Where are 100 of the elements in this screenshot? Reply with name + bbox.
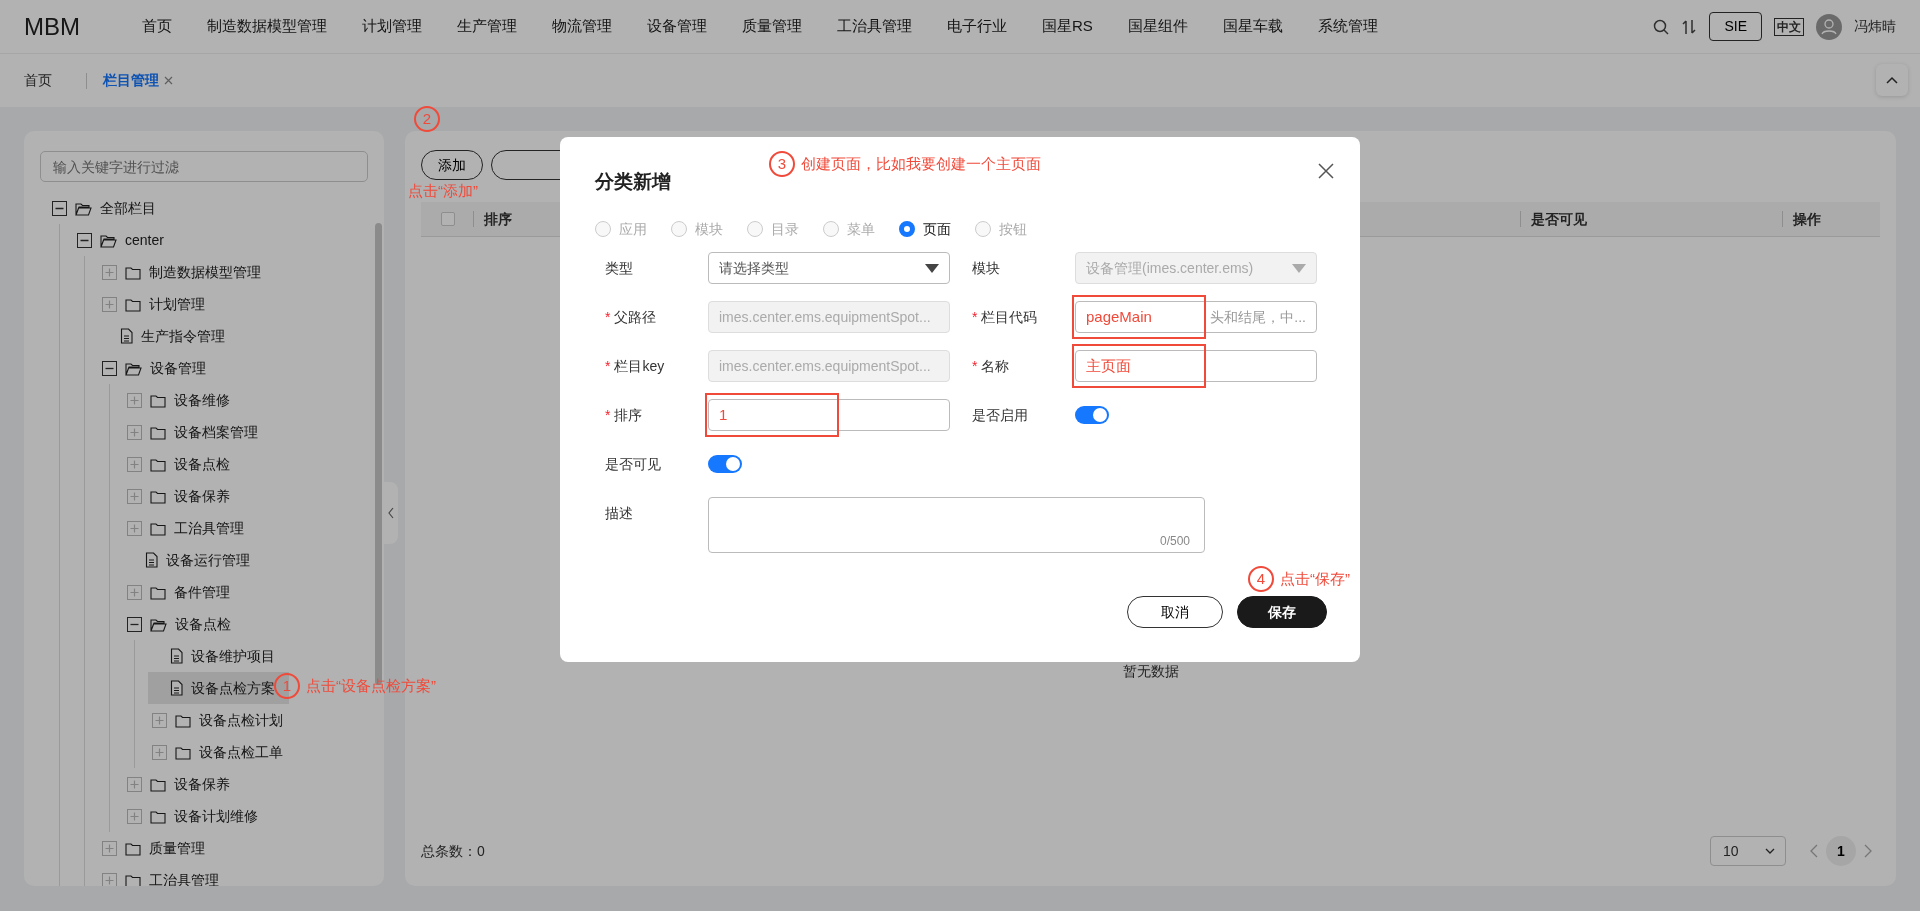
save-button[interactable]: 保存 xyxy=(1237,596,1327,628)
tree-item[interactable]: 生产指令管理 xyxy=(98,320,239,352)
hint-text: 头和结尾，中... xyxy=(1210,307,1306,327)
field-label: 模块 xyxy=(971,259,1001,278)
page-button[interactable]: 1 xyxy=(1826,836,1856,866)
annotation-text: 创建页面，比如我要创建一个主页面 xyxy=(801,153,1041,174)
collapse-panel-handle[interactable] xyxy=(384,482,398,544)
collapse-icon[interactable] xyxy=(127,616,142,632)
expand-icon[interactable] xyxy=(127,808,142,824)
column-header: 是否可见 xyxy=(1520,211,1782,227)
tree-item[interactable]: center xyxy=(73,224,178,256)
folder-icon xyxy=(150,488,166,504)
tree-item[interactable]: 设备点检 xyxy=(123,448,244,480)
nav-link[interactable]: 系统管理 xyxy=(1317,15,1378,38)
file-icon xyxy=(120,328,133,344)
org-button[interactable]: SIE xyxy=(1709,12,1762,41)
toggle-switch[interactable] xyxy=(1075,406,1109,424)
cancel-button[interactable]: 取消 xyxy=(1127,596,1223,628)
folder-icon xyxy=(150,776,166,792)
tree-item[interactable]: 制造数据模型管理 xyxy=(98,256,275,288)
close-icon[interactable] xyxy=(163,75,174,86)
nav-link[interactable]: 物流管理 xyxy=(552,15,612,38)
tree-item[interactable]: 计划管理 xyxy=(98,288,219,320)
tree-item[interactable]: 设备点检 xyxy=(123,608,245,640)
tree-item[interactable]: 工治具管理 xyxy=(98,864,233,886)
expand-icon[interactable] xyxy=(102,296,117,312)
dialog-title: 分类新增 xyxy=(595,171,672,194)
filter-field[interactable]: 输入关键字进行过滤 xyxy=(40,151,368,182)
tree-item[interactable]: 设备点检计划 xyxy=(148,704,297,736)
nav-link[interactable]: 生产管理 xyxy=(457,15,517,38)
tree-item[interactable]: 设备计划维修 xyxy=(123,800,272,832)
tree-item[interactable]: 设备运行管理 xyxy=(123,544,264,576)
nav-link[interactable]: 国星车载 xyxy=(1222,15,1283,38)
sort-icon[interactable] xyxy=(1681,18,1698,35)
add-button[interactable]: 添加 xyxy=(421,150,483,180)
page-size-select[interactable]: 10 xyxy=(1710,836,1786,866)
expand-icon[interactable] xyxy=(127,584,142,600)
nav-link[interactable]: 质量管理 xyxy=(742,15,802,38)
field-label: * 栏目key xyxy=(604,357,666,376)
tree-item[interactable]: 设备保养 xyxy=(123,480,244,512)
input-field[interactable]: pageMain 头和结尾，中... xyxy=(1075,301,1317,333)
search-icon[interactable] xyxy=(1653,18,1670,35)
nav-link[interactable]: 工治具管理 xyxy=(837,15,912,38)
expand-icon[interactable] xyxy=(127,392,142,408)
annotation-text: 点击“设备点检方案” xyxy=(306,675,436,696)
collapse-header-button[interactable] xyxy=(1876,64,1908,96)
nav-link[interactable]: 电子行业 xyxy=(947,15,1007,38)
input-field[interactable]: 主页面 xyxy=(1075,350,1317,382)
expand-icon[interactable] xyxy=(127,776,142,792)
collapse-icon[interactable] xyxy=(52,200,67,216)
tree-item[interactable]: 质量管理 xyxy=(98,832,219,864)
chevron-up-icon xyxy=(1885,75,1899,85)
user-name[interactable]: 冯炜晴 xyxy=(1854,16,1896,37)
tree-item[interactable]: 设备管理 xyxy=(98,352,220,384)
tree-item[interactable]: 设备维护项目 xyxy=(148,640,289,672)
nav-link[interactable]: 国星RS xyxy=(1042,15,1093,38)
tree-item[interactable]: 全部栏目 xyxy=(48,192,170,224)
tree-item[interactable]: 设备档案管理 xyxy=(123,416,272,448)
expand-icon[interactable] xyxy=(102,872,117,886)
input-field[interactable]: 1 xyxy=(708,399,950,431)
required-mark: * xyxy=(605,309,611,325)
dropdown-arrow-icon xyxy=(925,263,939,273)
annotation-text: 点击“添加” xyxy=(408,181,478,201)
nav-link[interactable]: 制造数据模型管理 xyxy=(207,15,327,38)
folder-icon xyxy=(125,296,141,312)
nav-link[interactable]: 国星组件 xyxy=(1127,15,1188,38)
field-label: * 父路径 xyxy=(604,308,658,327)
description-field[interactable]: 0/500 xyxy=(708,497,1205,553)
tree-item[interactable]: 设备维修 xyxy=(123,384,244,416)
tree-item[interactable]: 设备保养 xyxy=(123,768,244,800)
expand-icon[interactable] xyxy=(102,264,117,280)
collapse-icon[interactable] xyxy=(77,232,92,248)
expand-icon[interactable] xyxy=(127,424,142,440)
chevron-left-icon xyxy=(387,507,395,519)
select-all-checkbox[interactable] xyxy=(441,212,455,226)
open-folder-icon xyxy=(75,200,92,216)
expand-icon[interactable] xyxy=(102,840,117,856)
field-label: 是否启用 xyxy=(971,406,1029,425)
expand-icon[interactable] xyxy=(127,456,142,472)
avatar-icon[interactable] xyxy=(1816,13,1842,40)
folder-icon xyxy=(150,424,166,440)
tree-item[interactable]: 备件管理 xyxy=(123,576,244,608)
nav-link[interactable]: 设备管理 xyxy=(647,15,707,38)
tree-item[interactable]: 设备点检工单 xyxy=(148,736,297,768)
nav-link[interactable]: 计划管理 xyxy=(362,15,422,38)
toggle-switch[interactable] xyxy=(708,455,742,473)
required-mark: * xyxy=(605,358,611,374)
expand-icon[interactable] xyxy=(127,520,142,536)
language-label[interactable]: 中文 xyxy=(1774,17,1804,36)
page-tab[interactable]: 首页 xyxy=(24,70,68,91)
expand-icon[interactable] xyxy=(152,744,167,760)
expand-icon[interactable] xyxy=(127,488,142,504)
expand-icon[interactable] xyxy=(152,712,167,728)
collapse-icon[interactable] xyxy=(102,360,117,376)
folder-icon xyxy=(125,840,141,856)
select-field[interactable]: 请选择类型 xyxy=(708,252,950,284)
tree-item[interactable]: 工治具管理 xyxy=(123,512,258,544)
field-label: * 名称 xyxy=(971,357,1011,376)
field-label: 是否可见 xyxy=(604,455,662,474)
nav-link[interactable]: 首页 xyxy=(142,15,172,38)
